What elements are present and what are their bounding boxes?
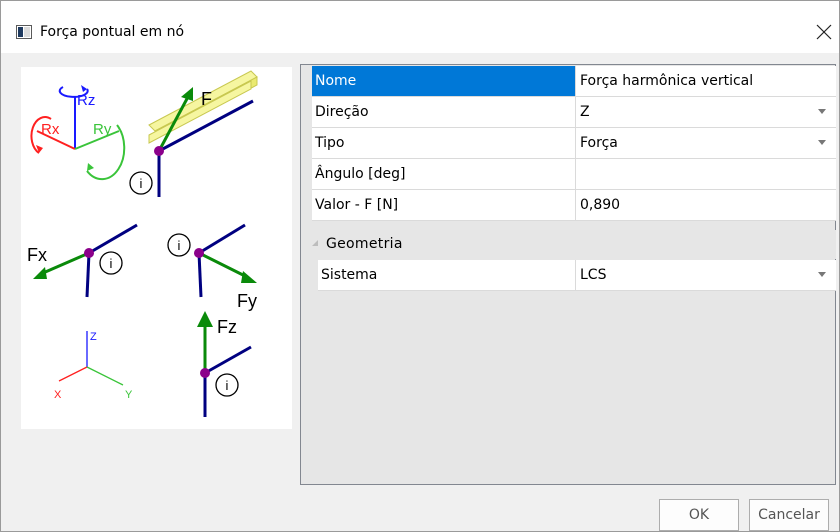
chevron-down-icon[interactable]	[818, 140, 826, 145]
axis-x-label: X	[54, 389, 62, 401]
property-row-sistema[interactable]: Sistema LCS	[318, 260, 836, 291]
property-value-input[interactable]	[577, 159, 836, 189]
f-label: F	[201, 89, 212, 109]
property-value: LCS	[580, 267, 607, 283]
property-name: Ângulo [deg]	[312, 159, 576, 189]
property-grid: Nome Força harmônica vertical Direção Z …	[300, 64, 836, 485]
property-value-input[interactable]: Força harmônica vertical	[577, 66, 836, 96]
property-row-valor[interactable]: Valor - F [N] 0,890	[312, 190, 836, 221]
info-icon-1: i	[140, 176, 143, 191]
property-name: Sistema	[318, 260, 576, 290]
close-icon[interactable]	[809, 17, 839, 47]
axis-z-label: Z	[90, 331, 97, 343]
xyz-axes-diagram: Z X Y	[54, 331, 133, 401]
property-value-select[interactable]: Z	[577, 97, 836, 127]
axis-y-label: Y	[125, 389, 133, 401]
info-icon-3: i	[178, 238, 181, 253]
force-direction-sketch: Rz Rx Ry F i Fx i Fy i Z X Y Fz i	[21, 67, 292, 429]
chevron-down-icon[interactable]	[818, 272, 826, 277]
chevron-down-icon[interactable]	[818, 109, 826, 114]
collapse-triangle-icon[interactable]	[311, 239, 319, 247]
property-value-input[interactable]: 0,890	[577, 190, 836, 220]
cancel-button[interactable]: Cancelar	[749, 499, 829, 531]
dialog-window: Força pontual em nó Rz Rx Ry F i Fx i Fy…	[0, 0, 840, 532]
property-value-select[interactable]: Força	[577, 128, 836, 158]
category-geometria[interactable]: Geometria	[302, 230, 836, 259]
property-row-angulo[interactable]: Ângulo [deg]	[312, 159, 836, 190]
property-row-direcao[interactable]: Direção Z	[312, 97, 836, 128]
property-row-nome[interactable]: Nome Força harmônica vertical	[312, 66, 836, 97]
property-value: Força	[580, 135, 618, 151]
rotation-axes-diagram: Rz Rx Ry	[30, 85, 126, 181]
rx-label: Rx	[41, 121, 60, 138]
rz-label: Rz	[77, 92, 95, 109]
property-name: Valor - F [N]	[312, 190, 576, 220]
property-value: Z	[580, 104, 590, 120]
property-value-select[interactable]: LCS	[577, 260, 836, 290]
property-row-tipo[interactable]: Tipo Força	[312, 128, 836, 159]
fx-label: Fx	[27, 245, 47, 265]
fz-diagram: Fz i	[197, 311, 252, 417]
info-icon-2: i	[110, 256, 113, 271]
fz-label: Fz	[217, 317, 237, 337]
window-app-icon	[16, 25, 32, 39]
beam-force-diagram: F i	[129, 70, 258, 197]
fy-label: Fy	[237, 291, 257, 311]
ok-button[interactable]: OK	[659, 499, 739, 531]
category-label: Geometria	[326, 236, 403, 252]
window-title: Força pontual em nó	[40, 24, 185, 40]
property-name: Nome	[312, 66, 576, 96]
fx-diagram: Fx i	[27, 223, 138, 298]
info-icon-4: i	[226, 378, 229, 393]
ry-label: Ry	[93, 121, 112, 138]
property-name: Direção	[312, 97, 576, 127]
property-name: Tipo	[312, 128, 576, 158]
fy-diagram: Fy i	[167, 223, 257, 311]
title-bar: Força pontual em nó	[1, 1, 839, 53]
